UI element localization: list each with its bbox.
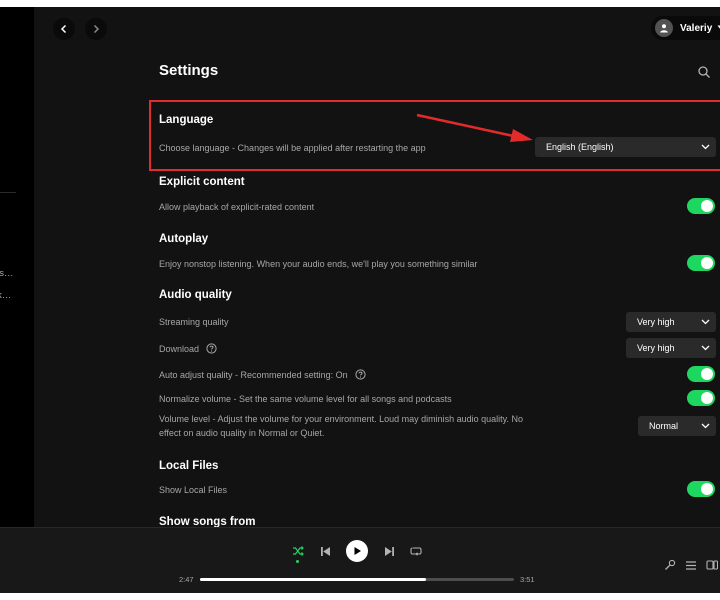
page-title: Settings	[159, 62, 219, 79]
user-menu-button[interactable]: Valeriy	[651, 16, 720, 40]
download-quality-label: Download	[159, 343, 200, 354]
streaming-quality-value: Very high	[637, 317, 675, 327]
show-local-files-label: Show Local Files	[159, 485, 228, 495]
play-icon	[354, 547, 361, 555]
back-icon	[60, 24, 67, 34]
volume-level-select[interactable]: Normal	[638, 416, 716, 436]
user-name: Valeriy	[680, 22, 713, 34]
lyrics-button[interactable]	[663, 558, 677, 572]
streaming-quality-select[interactable]: Very high	[626, 312, 716, 332]
download-quality-row: Download	[159, 343, 217, 354]
mic-icon	[665, 559, 676, 570]
auto-adjust-label: Auto adjust quality - Recommended settin…	[159, 369, 348, 380]
explicit-content-title: Explicit content	[159, 176, 245, 188]
audio-quality-title: Audio quality	[159, 289, 232, 301]
settings-main: Valeriy Settings Language Choose languag…	[34, 7, 720, 527]
elapsed-time: 2:47	[179, 575, 194, 584]
sidebar-item-partial[interactable]: ns…	[0, 268, 14, 279]
normalize-volume-label: Normalize volume - Set the same volume l…	[159, 394, 452, 404]
sidebar-divider	[0, 192, 16, 193]
devices-button[interactable]	[705, 558, 719, 572]
volume-level-label: Volume level - Adjust the volume for you…	[159, 414, 524, 438]
highlight-box	[149, 100, 720, 171]
autoplay-description: Enjoy nonstop listening. When your audio…	[159, 259, 478, 269]
help-icon[interactable]	[355, 369, 366, 380]
avatar	[655, 19, 673, 37]
show-songs-from-title: Show songs from	[159, 516, 256, 527]
repeat-icon	[410, 546, 422, 556]
toggle-knob	[701, 257, 713, 269]
download-quality-select[interactable]: Very high	[626, 338, 716, 358]
next-button[interactable]	[382, 544, 396, 558]
auto-adjust-row: Auto adjust quality - Recommended settin…	[159, 369, 366, 380]
repeat-button[interactable]	[409, 544, 423, 558]
normalize-volume-toggle[interactable]	[687, 390, 715, 406]
duration-time: 3:51	[520, 575, 535, 584]
shuffle-active-dot	[296, 560, 299, 563]
sidebar-item-partial[interactable]: rk…	[0, 290, 11, 301]
next-icon	[384, 546, 394, 556]
autoplay-toggle[interactable]	[687, 255, 715, 271]
local-files-title: Local Files	[159, 460, 219, 472]
explicit-content-description: Allow playback of explicit-rated content	[159, 202, 315, 212]
user-icon	[660, 24, 668, 33]
previous-button[interactable]	[318, 544, 332, 558]
chevron-down-icon	[701, 345, 710, 351]
back-button[interactable]	[53, 18, 75, 40]
devices-icon	[706, 560, 718, 570]
auto-adjust-toggle[interactable]	[687, 366, 715, 382]
queue-button[interactable]	[684, 558, 698, 572]
search-icon[interactable]	[697, 65, 711, 79]
progress-bar[interactable]	[200, 578, 514, 581]
sidebar: ns… rk…	[0, 7, 33, 527]
help-icon[interactable]	[206, 343, 217, 354]
play-button[interactable]	[346, 540, 368, 562]
player-bar: 2:47 3:51	[0, 527, 720, 593]
toggle-knob	[701, 368, 713, 380]
toggle-knob	[701, 483, 713, 495]
autoplay-title: Autoplay	[159, 233, 209, 245]
forward-button[interactable]	[85, 18, 107, 40]
volume-level-value: Normal	[649, 421, 679, 431]
shuffle-button[interactable]	[291, 544, 305, 558]
toggle-knob	[701, 200, 713, 212]
app-window: ns… rk… Valeriy Setting	[0, 7, 720, 593]
previous-icon	[320, 546, 330, 556]
progress-fill	[200, 578, 427, 581]
chevron-down-icon	[701, 423, 710, 429]
streaming-quality-label: Streaming quality	[159, 317, 229, 327]
shuffle-icon	[293, 546, 304, 556]
forward-icon	[93, 24, 100, 34]
chevron-down-icon	[701, 319, 710, 325]
toggle-knob	[701, 392, 713, 404]
explicit-content-toggle[interactable]	[687, 198, 715, 214]
show-local-files-toggle[interactable]	[687, 481, 715, 497]
queue-icon	[686, 560, 696, 570]
download-quality-value: Very high	[637, 343, 675, 353]
